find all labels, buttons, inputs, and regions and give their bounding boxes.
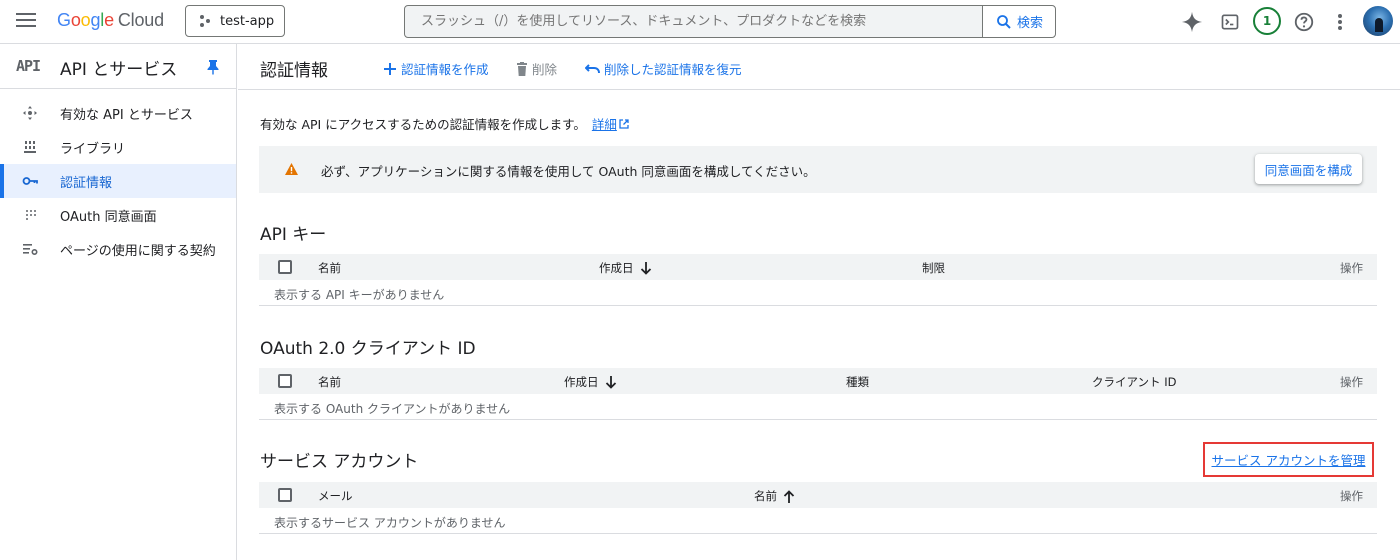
column-restrictions[interactable]: 制限 — [922, 260, 945, 276]
empty-message: 表示する OAuth クライアントがありません — [274, 402, 511, 416]
column-actions: 操作 — [1340, 489, 1363, 503]
column-created-date[interactable]: 作成日 — [599, 260, 652, 276]
service-accounts-empty-row: 表示するサービス アカウントがありません — [259, 508, 1377, 534]
create-credentials-button[interactable]: 認証情報を作成 — [383, 59, 489, 78]
arrow-down-icon — [605, 375, 616, 389]
empty-message: 表示するサービス アカウントがありません — [274, 516, 506, 530]
notifications-badge[interactable]: 1 — [1253, 7, 1281, 35]
manage-service-accounts-highlight: サービス アカウントを管理 — [1203, 442, 1374, 477]
api-keys-table-header: 名前 作成日 制限 操作 — [259, 254, 1377, 280]
sidebar-item-library[interactable]: ライブラリ — [0, 130, 236, 164]
sidebar-item-label: 認証情報 — [60, 176, 113, 191]
project-name: test-app — [220, 13, 275, 29]
warning-icon — [285, 163, 298, 175]
column-name-label: 名前 — [754, 489, 777, 503]
main-menu-icon[interactable] — [16, 13, 36, 29]
services-icon — [23, 106, 37, 120]
delete-label: 削除 — [532, 62, 558, 77]
sidebar-item-page-usage-agreements[interactable]: ページの使用に関する契約 — [0, 232, 236, 266]
google-cloud-logo[interactable]: Google Cloud — [57, 10, 164, 31]
project-icon — [200, 15, 210, 27]
column-client-id[interactable]: クライアント ID — [1092, 374, 1176, 390]
library-icon — [24, 141, 36, 153]
select-all-checkbox[interactable] — [278, 374, 292, 388]
api-keys-empty-row: 表示する API キーがありません — [259, 280, 1377, 306]
restore-deleted-label: 削除した認証情報を復元 — [604, 62, 742, 77]
delete-icon — [517, 61, 527, 76]
sidebar-item-enabled-apis[interactable]: 有効な API とサービス — [0, 96, 236, 130]
page-title: 認証情報 — [260, 61, 328, 81]
page-toolbar: 認証情報 認証情報を作成 削除 削除した認証情報を復元 — [238, 44, 1400, 90]
oauth-empty-row: 表示する OAuth クライアントがありません — [259, 394, 1377, 420]
sidebar-item-label: ページの使用に関する契約 — [60, 244, 216, 259]
column-name[interactable]: 名前 — [318, 260, 341, 276]
sidebar-item-label: 有効な API とサービス — [60, 108, 193, 123]
service-accounts-title: サービス アカウント — [260, 452, 419, 472]
service-accounts-table-header: メール 名前 操作 — [259, 482, 1377, 508]
column-created-date[interactable]: 作成日 — [564, 374, 617, 390]
arrow-up-icon — [783, 489, 795, 503]
sidebar: API API とサービス 有効な API とサービス ライブラリ 認証情報 O… — [0, 44, 237, 560]
sidebar-item-label: ライブラリ — [60, 142, 126, 157]
create-credentials-label: 認証情報を作成 — [401, 62, 489, 77]
manage-service-accounts-link[interactable]: サービス アカウントを管理 — [1212, 450, 1366, 469]
select-all-checkbox[interactable] — [278, 488, 292, 502]
cloud-shell-icon[interactable] — [1218, 10, 1242, 34]
column-name[interactable]: 名前 — [318, 374, 341, 390]
arrow-down-icon — [640, 261, 651, 275]
top-bar: GoogleCloud test-app 検索 1 — [0, 0, 1400, 44]
search-bar: 検索 — [404, 5, 1056, 38]
gemini-icon[interactable] — [1180, 10, 1204, 34]
oauth-table-header: 名前 作成日 種類 クライアント ID 操作 — [259, 368, 1377, 394]
oauth-clients-title: OAuth 2.0 クライアント ID — [260, 339, 476, 359]
help-icon[interactable] — [1292, 10, 1316, 34]
learn-more-link[interactable]: 詳細 — [592, 117, 617, 132]
intro-text: 有効な API にアクセスするための認証情報を作成します。 詳細 — [260, 114, 629, 133]
search-button[interactable]: 検索 — [982, 6, 1055, 37]
column-name[interactable]: 名前 — [754, 488, 795, 504]
oauth-consent-warning-banner: 必ず、アプリケーションに関する情報を使用して OAuth 同意画面を構成してくだ… — [259, 146, 1377, 193]
sidebar-item-oauth-consent[interactable]: OAuth 同意画面 — [0, 198, 236, 232]
open-in-new-icon — [619, 119, 629, 129]
column-created-date-label: 作成日 — [564, 375, 599, 389]
agreement-icon — [23, 244, 38, 256]
project-selector[interactable]: test-app — [185, 5, 285, 37]
more-vert-icon[interactable] — [1328, 10, 1352, 34]
consent-icon — [26, 210, 36, 220]
intro-description: 有効な API にアクセスするための認証情報を作成します。 — [260, 117, 586, 132]
empty-message: 表示する API キーがありません — [274, 288, 445, 302]
search-button-label: 検索 — [1016, 16, 1043, 31]
sidebar-title: API とサービス — [60, 60, 178, 80]
column-type[interactable]: 種類 — [846, 374, 869, 390]
delete-button[interactable]: 削除 — [516, 59, 557, 78]
sidebar-item-credentials[interactable]: 認証情報 — [0, 164, 236, 198]
search-icon — [997, 14, 1011, 29]
key-icon — [22, 177, 38, 185]
search-input[interactable] — [405, 6, 982, 37]
learn-more-label: 詳細 — [591, 117, 617, 132]
api-logo: API — [16, 57, 41, 75]
restore-deleted-button[interactable]: 削除した認証情報を復元 — [585, 59, 742, 78]
sidebar-header: API API とサービス — [0, 44, 236, 89]
main-content: 有効な API にアクセスするための認証情報を作成します。 詳細 必ず、アプリケー… — [238, 91, 1400, 560]
column-actions: 操作 — [1340, 261, 1363, 275]
column-email[interactable]: メール — [318, 488, 353, 504]
add-icon — [384, 62, 396, 75]
warning-text: 必ず、アプリケーションに関する情報を使用して OAuth 同意画面を構成してくだ… — [321, 164, 816, 179]
undo-icon — [585, 63, 600, 73]
account-avatar[interactable] — [1363, 6, 1393, 36]
column-actions: 操作 — [1340, 375, 1363, 389]
sidebar-item-label: OAuth 同意画面 — [60, 210, 157, 225]
pin-icon[interactable] — [206, 59, 220, 75]
api-keys-title: API キー — [260, 225, 327, 245]
configure-consent-screen-button[interactable]: 同意画面を構成 — [1255, 154, 1362, 184]
sidebar-nav: 有効な API とサービス ライブラリ 認証情報 OAuth 同意画面 ページの… — [0, 96, 236, 266]
column-created-date-label: 作成日 — [599, 261, 634, 275]
select-all-checkbox[interactable] — [278, 260, 292, 274]
